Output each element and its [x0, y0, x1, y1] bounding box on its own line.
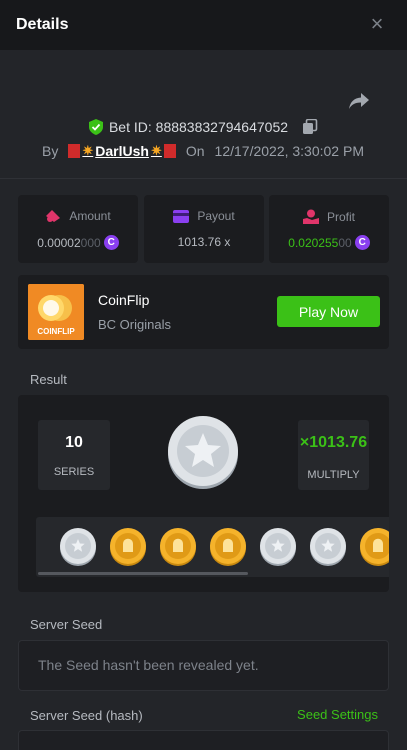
result-label: Result	[30, 372, 67, 387]
gold-coin-icon	[160, 528, 196, 566]
shield-check-icon	[88, 119, 103, 135]
flag-icon	[163, 144, 176, 158]
game-name: CoinFlip	[98, 292, 150, 308]
amount-icon	[46, 210, 61, 222]
payout-label: Payout	[197, 209, 235, 223]
on-label: On	[185, 143, 205, 159]
server-seed-hash-field	[18, 730, 389, 750]
profit-value: 0.020255	[288, 235, 339, 250]
amount-value-dim: 000	[80, 235, 101, 250]
result-panel: 10 SERIES ×1013.76 MULTIPLY	[18, 395, 389, 592]
profit-card: Profit 0.02025500 C	[269, 195, 389, 263]
series-box: 10 SERIES	[38, 420, 110, 490]
coin-series-strip[interactable]	[36, 517, 389, 577]
currency-c-icon: C	[354, 235, 370, 250]
flag-icon	[68, 144, 81, 158]
bet-byline: By ✷ DarlUsh ✷ On 12/17/2022, 3:30:02 PM	[42, 143, 364, 159]
by-label: By	[42, 143, 59, 159]
game-card: COINFLIP CoinFlip BC Originals Play Now	[18, 275, 389, 349]
coin-logo-icon: COINFLIP	[28, 284, 84, 340]
server-seed-field: The Seed hasn't been revealed yet.	[18, 640, 389, 691]
server-seed-hash-label: Server Seed (hash)	[30, 708, 143, 723]
star-icon: ✷	[82, 143, 94, 158]
amount-label: Amount	[69, 209, 111, 223]
user-link[interactable]: ✷ DarlUsh ✷	[68, 143, 176, 159]
coinflip-thumbnail[interactable]: COINFLIP	[28, 284, 84, 340]
username: DarlUsh	[95, 143, 149, 159]
coin-strip-scrollbar[interactable]	[38, 572, 248, 575]
star-icon: ✷	[150, 143, 162, 158]
silver-coin-icon	[60, 528, 96, 566]
payout-value: 1013.76 x	[177, 235, 231, 249]
divider	[0, 178, 407, 179]
silver-coin-icon	[310, 528, 346, 566]
profit-icon	[302, 209, 319, 224]
payout-card: Payout 1013.76 x	[144, 195, 264, 263]
gold-coin-icon	[360, 528, 389, 566]
details-header: Details ×	[0, 0, 407, 50]
result-coin-star-icon	[168, 416, 238, 489]
bet-datetime: 12/17/2022, 3:30:02 PM	[214, 143, 364, 159]
page-title: Details	[16, 16, 69, 33]
multiply-label: MULTIPLY	[307, 469, 360, 481]
multiply-value: ×1013.76	[299, 434, 368, 451]
play-now-button[interactable]: Play Now	[277, 296, 380, 327]
amount-card: Amount 0.00002000 C	[18, 195, 138, 263]
close-icon[interactable]: ×	[367, 13, 387, 35]
amount-value: 0.00002	[37, 235, 81, 250]
series-label: SERIES	[53, 466, 95, 478]
coin-series	[60, 528, 389, 566]
silver-coin-icon	[260, 528, 296, 566]
seed-settings-link[interactable]: Seed Settings	[297, 707, 378, 722]
profit-label: Profit	[326, 209, 355, 224]
copy-icon[interactable]	[302, 119, 318, 135]
multiply-box: ×1013.76 MULTIPLY	[298, 420, 369, 490]
server-seed-label: Server Seed	[30, 617, 103, 632]
series-value: 10	[65, 434, 83, 451]
profit-value-dim: 00	[338, 235, 352, 250]
gold-coin-icon	[210, 528, 246, 566]
share-icon[interactable]	[347, 90, 371, 112]
server-seed-text: The Seed hasn't been revealed yet.	[38, 657, 259, 673]
payout-icon	[173, 209, 190, 223]
bet-id-row: Bet ID: 88883832794647052	[0, 119, 407, 135]
game-provider: BC Originals	[98, 317, 171, 332]
bet-id: Bet ID: 88883832794647052	[108, 119, 289, 135]
gold-coin-icon	[110, 528, 146, 566]
thumb-text: COINFLIP	[37, 327, 75, 336]
currency-c-icon: C	[103, 235, 119, 250]
